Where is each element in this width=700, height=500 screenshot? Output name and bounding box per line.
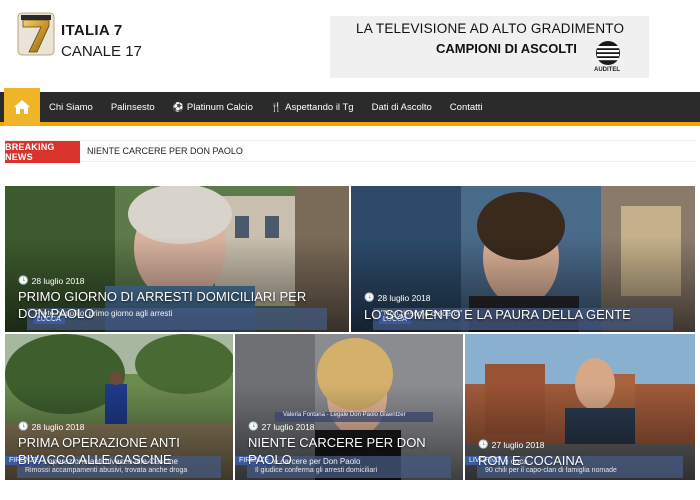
nav-item-chi-siamo[interactable]: Chi Siamo — [40, 102, 102, 113]
card-title[interactable]: NIENTE CARCERE PER DON PAOLO — [248, 434, 451, 468]
home-icon — [14, 100, 30, 114]
italia7-logo[interactable] — [17, 12, 55, 56]
news-card-anti-bivacco[interactable]: Prima operazione anti bivacco alle Casci… — [5, 334, 233, 480]
card-date-text: 27 luglio 2018 — [261, 421, 315, 432]
card-date-text: 27 luglio 2018 — [491, 439, 545, 450]
nav-home-button[interactable] — [4, 88, 40, 126]
nav-item-label: Palinsesto — [110, 101, 155, 113]
nav-item-aspettando-il-tg[interactable]: 🍴 Aspettando il Tg — [262, 102, 363, 113]
nav-item-palinsesto[interactable]: Palinsesto — [102, 102, 164, 113]
banner-slogan: LA TELEVISIONE AD ALTO GRADIMENTO — [356, 21, 625, 36]
news-card-sgomento[interactable]: "Non riesco a crederci" LUCCA 🕓 28 lugli… — [351, 186, 695, 332]
news-card-rom-cocaina[interactable]: Rom e coca 90 chili per il capo-clan di … — [465, 334, 695, 480]
nav-item-label: Chi Siamo — [49, 101, 93, 113]
channel-title: ITALIA 7 — [61, 22, 123, 39]
breaking-news-link[interactable]: NIENTE CARCERE PER DON PAOLO — [87, 146, 243, 156]
card-date-text: 28 luglio 2018 — [31, 275, 85, 286]
nav-items: Chi Siamo Palinsesto ⚽ Platinum Calcio 🍴… — [40, 92, 492, 122]
nav-item-label: Dati di Ascolto — [371, 101, 432, 113]
news-card-primo-giorno[interactable]: Prete pedofilo, primo giorno agli arrest… — [5, 186, 349, 332]
clock-icon: 🕓 — [18, 421, 29, 431]
clock-icon: 🕓 — [364, 292, 375, 302]
breaking-news-label: BREAKING NEWS — [5, 141, 80, 163]
auditel-label: AUDITEL — [594, 67, 620, 73]
clock-icon: 🕓 — [18, 275, 29, 285]
nav-item-label: Platinum Calcio — [186, 101, 253, 113]
site-header: ITALIA 7 CANALE 17 LA TELEVISIONE AD ALT… — [0, 0, 700, 92]
breaking-news-ticker: BREAKING NEWS NIENTE CARCERE PER DON PAO… — [5, 140, 695, 163]
cutlery-icon: 🍴 — [270, 101, 283, 112]
card-date-text: 28 luglio 2018 — [31, 421, 85, 432]
card-title[interactable]: PRIMO GIORNO DI ARRESTI DOMICILIARI PER … — [18, 288, 337, 322]
card-date: 🕓 27 luglio 2018 — [248, 421, 315, 432]
nav-item-dati-di-ascolto[interactable]: Dati di Ascolto — [363, 102, 441, 113]
card-title[interactable]: PRIMA OPERAZIONE ANTI BIVACCO ALLE CASCI… — [18, 434, 221, 468]
channel-name: ITALIA 7 CANALE 17 — [61, 20, 142, 62]
tv-speaker-text: Valeria Fontana - Legale Don Paolo Glaen… — [283, 412, 406, 418]
card-date: 🕓 28 luglio 2018 — [364, 292, 431, 303]
main-nav: Chi Siamo Palinsesto ⚽ Platinum Calcio 🍴… — [0, 88, 700, 126]
soccer-ball-icon: ⚽ — [172, 101, 184, 112]
card-date-text: 28 luglio 2018 — [377, 292, 431, 303]
channel-number: CANALE 17 — [61, 43, 142, 60]
card-date: 🕓 27 luglio 2018 — [478, 439, 545, 450]
clock-icon: 🕓 — [248, 421, 259, 431]
clock-icon: 🕓 — [478, 439, 489, 449]
nav-item-platinum-calcio[interactable]: ⚽ Platinum Calcio — [164, 102, 262, 113]
tv-caption-subtext: Il giudice conferma gli arresti domicili… — [255, 467, 378, 474]
banner-subslogan: CAMPIONI DI ASCOLTI — [436, 41, 577, 56]
nav-item-label: Aspettando il Tg — [285, 101, 354, 113]
news-card-niente-carcere[interactable]: Valeria Fontana - Legale Don Paolo Glaen… — [235, 334, 463, 480]
nav-item-contatti[interactable]: Contatti — [441, 102, 492, 113]
tv-caption-subtext: Rimossi accampamenti abusivi, trovata an… — [25, 467, 188, 474]
header-banner[interactable]: LA TELEVISIONE AD ALTO GRADIMENTO CAMPIO… — [330, 16, 649, 78]
card-title[interactable]: ROM E COCAINA — [478, 452, 683, 469]
nav-item-label: Contatti — [449, 101, 483, 113]
card-date: 🕓 28 luglio 2018 — [18, 421, 85, 432]
card-date: 🕓 28 luglio 2018 — [18, 275, 85, 286]
card-title[interactable]: LO SGOMENTO E LA PAURA DELLA GENTE — [364, 306, 683, 323]
